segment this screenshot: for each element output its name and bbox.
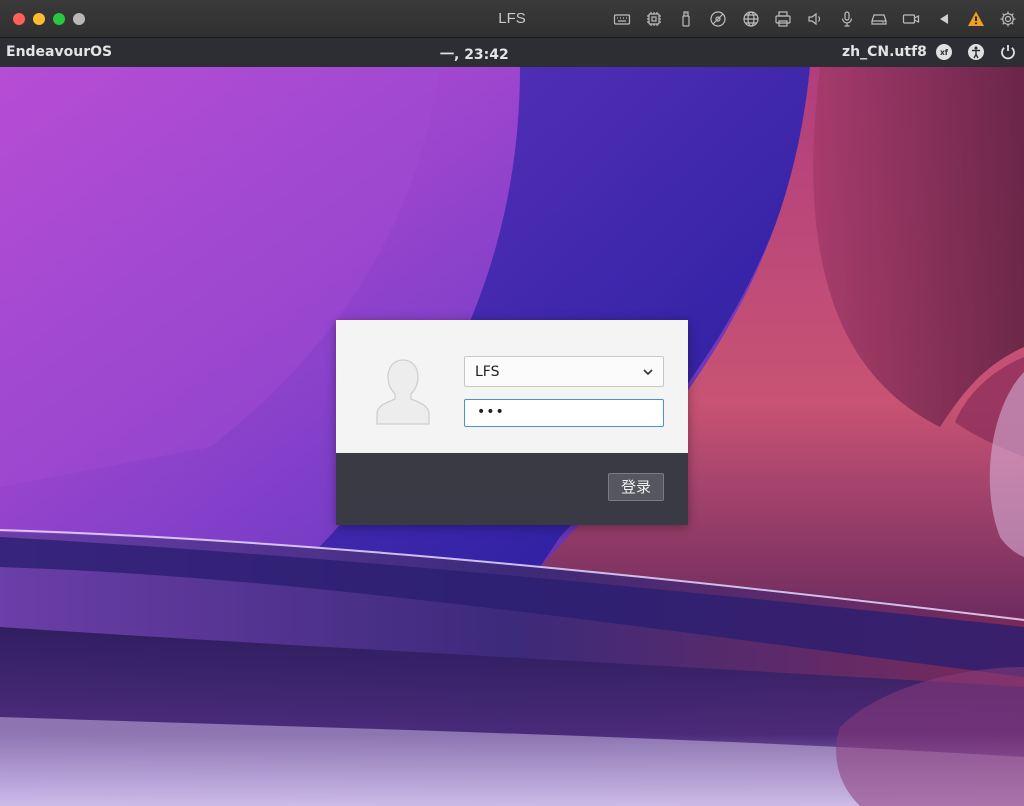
play-left-icon[interactable] <box>934 9 954 29</box>
login-dialog: LFS ••• 登录 <box>336 320 688 525</box>
password-mask: ••• <box>477 404 505 420</box>
gear-icon[interactable] <box>998 9 1018 29</box>
minimize-window-button[interactable] <box>33 13 45 25</box>
greeter-top-panel: EndeavourOS 一, 23:42 zh_CN.utf8 xf <box>0 38 1024 67</box>
usb-icon[interactable] <box>676 9 696 29</box>
login-form-area: LFS ••• <box>336 320 688 453</box>
power-icon[interactable] <box>999 43 1017 61</box>
warning-icon[interactable] <box>966 9 986 29</box>
window-titlebar: LFS <box>0 0 1024 38</box>
user-select-dropdown[interactable]: LFS <box>464 356 664 387</box>
clock: 一, 23:42 <box>440 47 509 63</box>
svg-text:xf: xf <box>940 48 949 57</box>
language-selector[interactable]: zh_CN.utf8 <box>842 44 927 60</box>
speaker-icon[interactable] <box>805 9 825 29</box>
login-button[interactable]: 登录 <box>608 473 664 501</box>
keyboard-layout-icon[interactable]: xf <box>935 43 953 61</box>
printer-icon[interactable] <box>773 9 793 29</box>
user-avatar-icon <box>374 356 432 426</box>
drive-icon[interactable] <box>869 9 889 29</box>
accessibility-icon[interactable] <box>967 43 985 61</box>
password-input[interactable]: ••• <box>464 399 664 427</box>
microphone-icon[interactable] <box>837 9 857 29</box>
chevron-down-icon <box>643 369 653 376</box>
cpu-icon[interactable] <box>644 9 664 29</box>
window-extra-button[interactable] <box>73 13 85 25</box>
hostname-label: EndeavourOS <box>6 44 113 60</box>
selected-user: LFS <box>475 364 500 380</box>
vm-toolbar <box>600 9 1018 29</box>
keyboard-icon[interactable] <box>612 9 632 29</box>
close-window-button[interactable] <box>13 13 25 25</box>
network-icon[interactable] <box>741 9 761 29</box>
camera-icon[interactable] <box>901 9 921 29</box>
maximize-window-button[interactable] <box>53 13 65 25</box>
disc-icon[interactable] <box>708 9 728 29</box>
